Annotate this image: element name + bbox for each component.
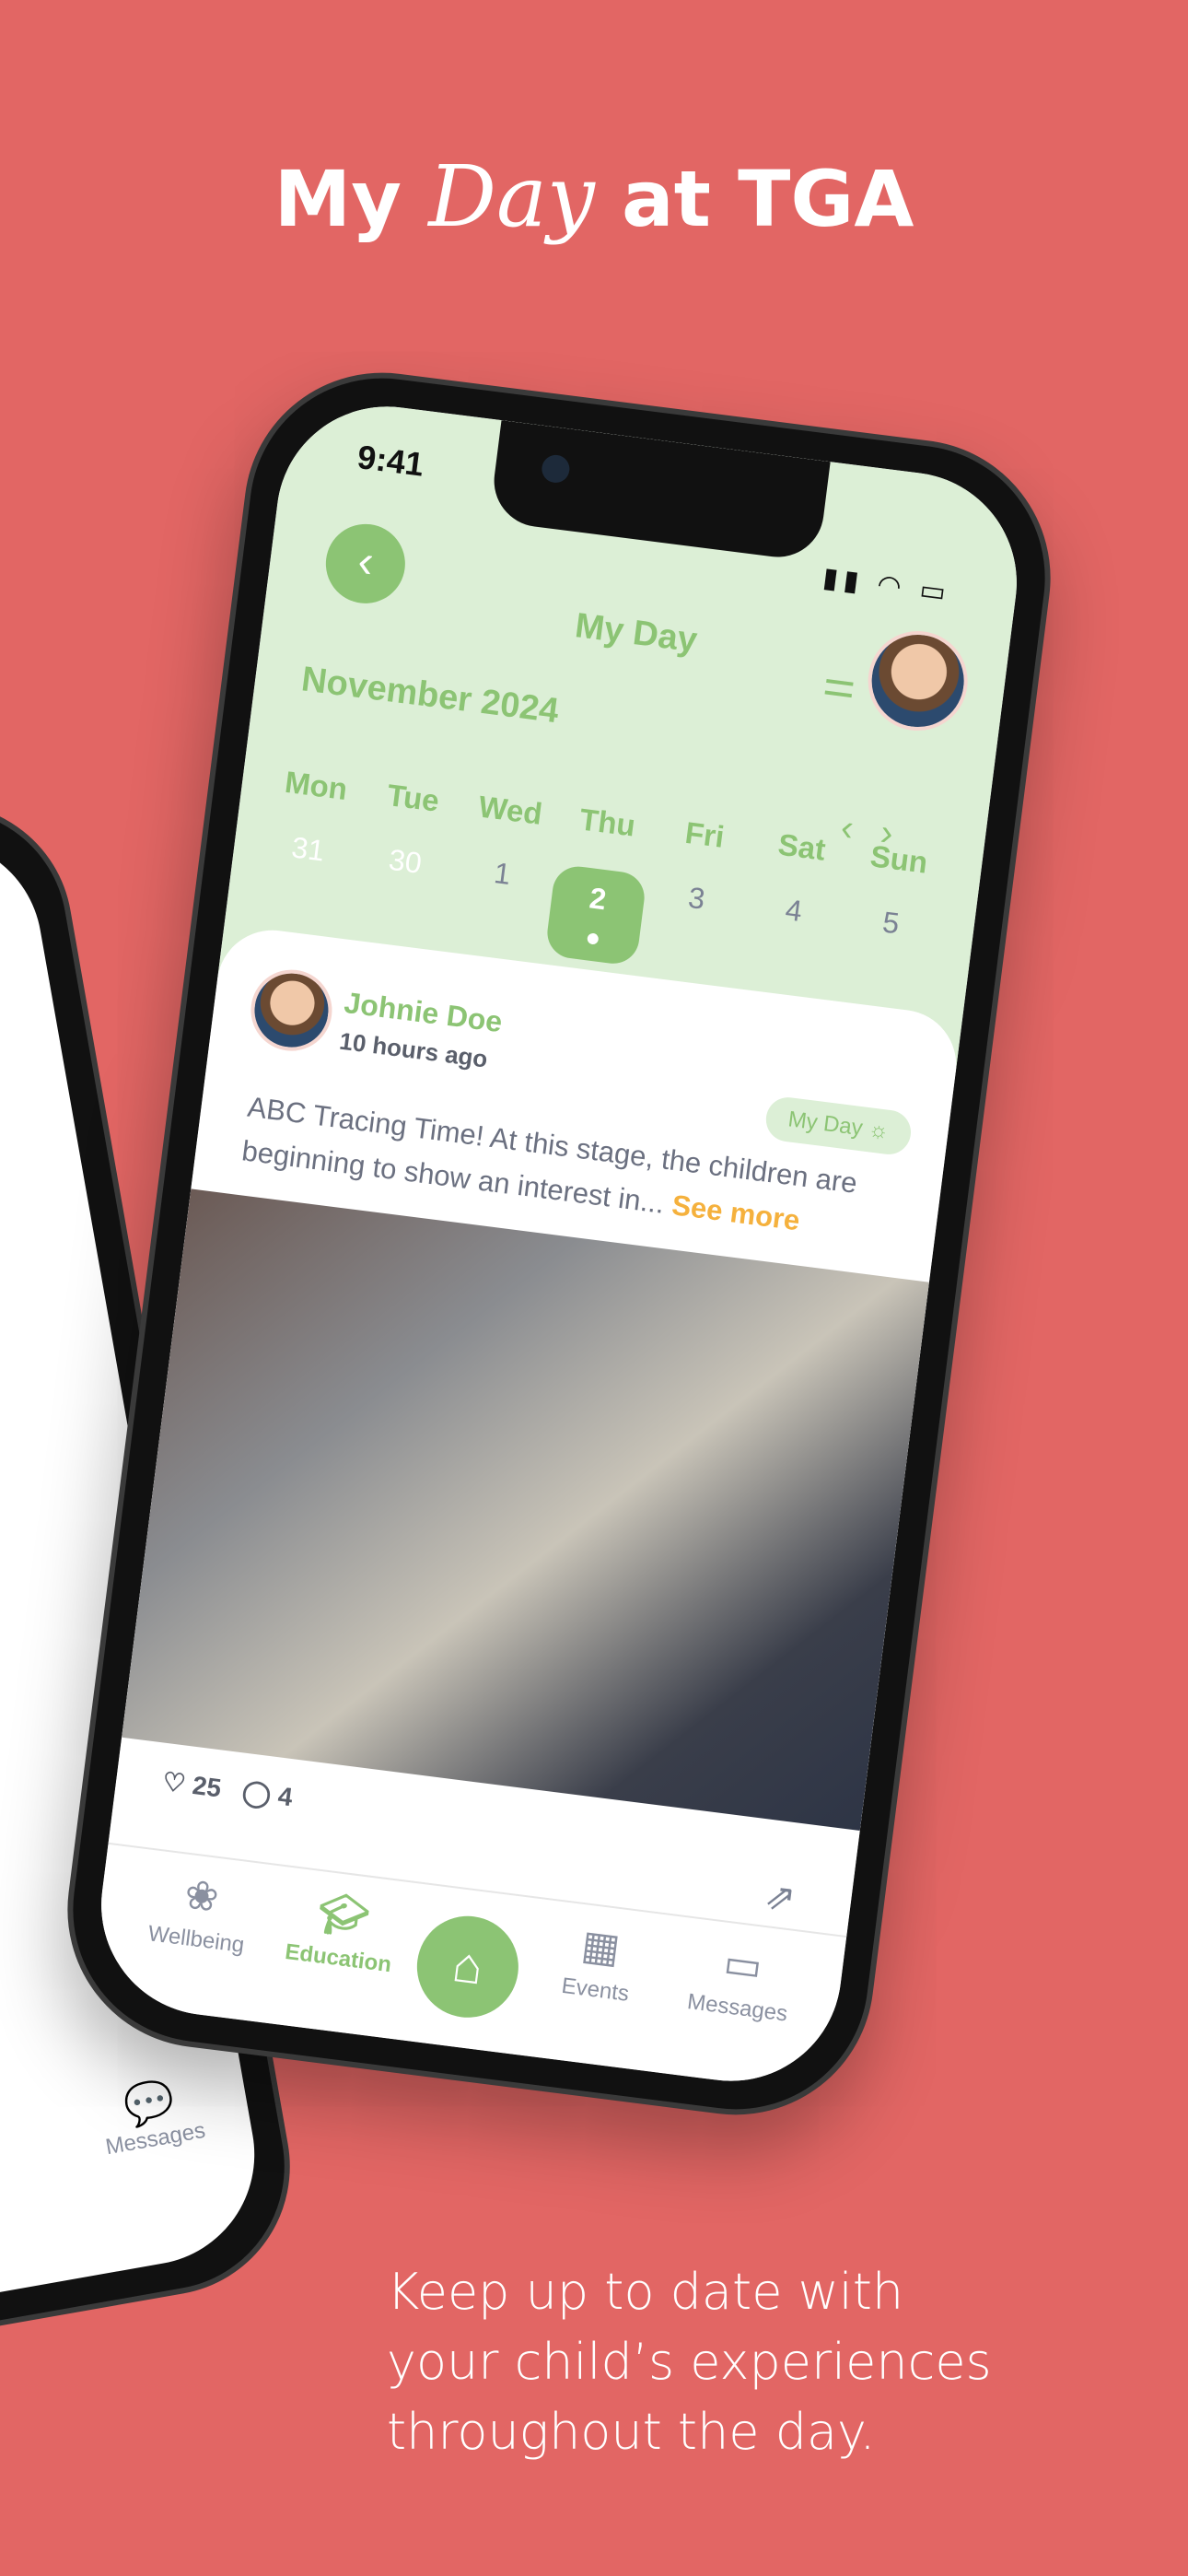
- signal-wifi-battery-icon: ▮▮ ◠ ▭: [821, 562, 953, 609]
- heart-icon[interactable]: ♡: [161, 1767, 188, 1798]
- date[interactable]: 5: [836, 900, 939, 1003]
- sun-icon: ☼: [867, 1117, 891, 1144]
- calendar-month: November 2024: [298, 660, 561, 732]
- date[interactable]: 3: [642, 876, 745, 979]
- calendar-icon: ▦: [578, 1922, 623, 1973]
- phone-frame: 9:41 ▮▮ ◠ ▭ ‹ My Day ⚌ November 2024 ‹› …: [51, 357, 1067, 2131]
- post-photo[interactable]: [122, 1188, 929, 1831]
- author-avatar: [246, 965, 337, 1056]
- weekday: Wed: [476, 789, 544, 831]
- phone-screen: 9:41 ▮▮ ◠ ▭ ‹ My Day ⚌ November 2024 ‹› …: [88, 393, 1030, 2094]
- weekday: Sat: [775, 826, 828, 867]
- weekday: Fri: [682, 814, 727, 854]
- date[interactable]: 4: [739, 888, 842, 991]
- tagline: Keep up to date with your child’s experi…: [387, 2263, 992, 2461]
- my-day-badge: My Day ☼: [763, 1095, 914, 1157]
- camera: [540, 453, 572, 485]
- see-more-link[interactable]: See more: [670, 1188, 802, 1236]
- nav-wellbeing[interactable]: ❀ Wellbeing: [131, 1865, 269, 1961]
- home-icon: ⌂: [449, 1936, 486, 1996]
- weekday: Mon: [283, 764, 350, 807]
- headline: My Day at TGA: [274, 147, 914, 246]
- date-selected[interactable]: 2: [544, 863, 647, 967]
- share-icon[interactable]: ⇗: [763, 1875, 798, 1921]
- weekday: Tue: [385, 777, 441, 818]
- notch: [488, 420, 831, 563]
- child-avatar[interactable]: [862, 625, 973, 737]
- nav-home[interactable]: ⌂: [411, 1910, 525, 2024]
- date[interactable]: 1: [448, 851, 551, 954]
- nav-messages[interactable]: ▭ Messages: [671, 1934, 809, 2030]
- post-card: Johnie Doe 10 hours ago My Day ☼ ABC Tra…: [88, 923, 963, 2094]
- date[interactable]: 30: [350, 839, 453, 943]
- lotus-icon: ❀: [181, 1871, 222, 1922]
- nav-events[interactable]: ▦ Events: [530, 1915, 668, 2011]
- weekday: Thu: [577, 802, 638, 843]
- headline-script: Day: [428, 147, 595, 246]
- status-time: 9:41: [355, 438, 426, 484]
- weekday: Sun: [868, 838, 930, 880]
- nav-messages[interactable]: 💬 Messages: [96, 2071, 208, 2161]
- graduation-cap-icon: 🎓︎: [315, 1890, 372, 1941]
- message-icon: ▭: [720, 1939, 765, 1990]
- date[interactable]: 31: [253, 826, 356, 930]
- nav-education[interactable]: 🎓︎ Education: [273, 1883, 411, 1980]
- sliders-icon[interactable]: ⚌: [821, 661, 858, 707]
- comment-icon[interactable]: ◯: [240, 1777, 273, 1809]
- post-stats: ♡ 25 ◯ 4: [160, 1766, 295, 1812]
